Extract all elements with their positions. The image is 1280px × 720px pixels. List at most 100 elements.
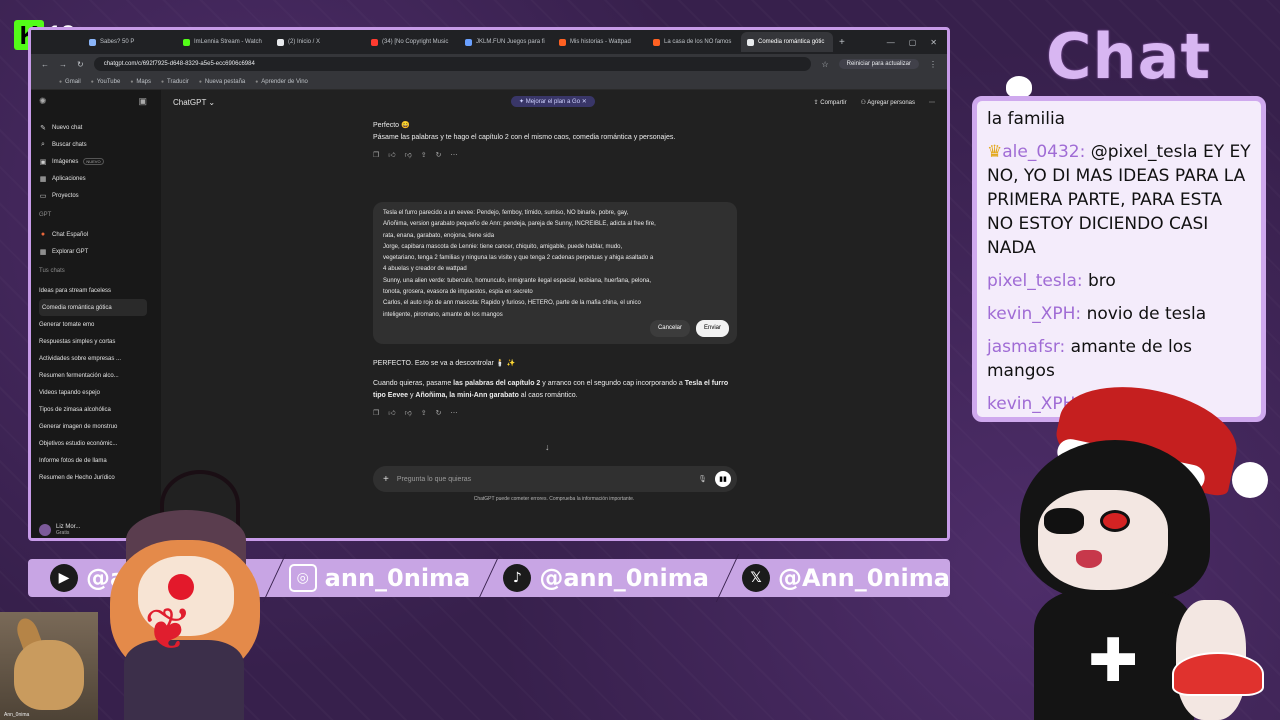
- instagram-icon: ◎: [288, 564, 317, 592]
- social-handle-text: @Ann_0nima: [778, 564, 950, 592]
- message-actions: ❐ 👍︎ 👎︎ ⇪ ↻ ⋯: [373, 150, 737, 162]
- restart-update-button[interactable]: Reiniciar para actualizar: [838, 59, 919, 69]
- reload-icon[interactable]: ↻: [77, 60, 84, 69]
- chat-message: pixel_tesla: bro: [987, 269, 1251, 293]
- crown-icon: ♛: [987, 142, 1003, 162]
- bookmark-item[interactable]: YouTube: [91, 79, 121, 85]
- regenerate-icon[interactable]: ↻: [436, 150, 442, 162]
- edit-message-box[interactable]: Tesla el furro parecido a un eevee: Pend…: [373, 202, 737, 344]
- model-selector[interactable]: ChatGPT ⌄: [173, 98, 215, 107]
- red-car-icon: [1172, 652, 1264, 696]
- chat-history-item[interactable]: Ideas para stream faceless: [39, 282, 147, 299]
- message-text: PERFECTO. Esto se va a descontrolar 🕯️ ✨: [373, 360, 516, 367]
- sidebar-toggle-icon[interactable]: ▣: [138, 96, 147, 107]
- sidebar-item[interactable]: ▭ Proyectos: [39, 187, 147, 204]
- tab-label: (2) Inicio / X: [288, 39, 321, 45]
- microphone-icon[interactable]: 🎙︎: [698, 475, 707, 483]
- edit-textarea[interactable]: Tesla el furro parecido a un eevee: Pend…: [383, 208, 727, 322]
- copy-icon[interactable]: ❐: [373, 408, 379, 420]
- thumbs-down-icon[interactable]: 👎︎: [405, 150, 412, 162]
- chat-history-item[interactable]: Videos tapando espejo: [39, 384, 147, 401]
- share-icon[interactable]: ⇪: [421, 150, 427, 162]
- gpt-item[interactable]: ▦ Explorar GPT: [39, 243, 147, 260]
- bookmark-item[interactable]: Maps: [130, 79, 151, 85]
- message-actions: ❐ 👍︎ 👎︎ ⇪ ↻ ⋯: [373, 408, 737, 420]
- browser-tab[interactable]: Comedia romántica gótic: [741, 32, 833, 52]
- reindeer-avatar-left: ❦: [80, 470, 270, 720]
- thumbs-up-icon[interactable]: 👍︎: [388, 408, 395, 420]
- regenerate-icon[interactable]: ↻: [436, 408, 442, 420]
- more-options-icon[interactable]: ⋯: [929, 99, 935, 106]
- gpt-label: Chat Español: [52, 231, 89, 238]
- user-profile[interactable]: Liz Mor... Gratis: [39, 524, 80, 536]
- browser-tab[interactable]: Mis historias - Wattpad: [553, 32, 645, 52]
- favicon-icon: [747, 38, 754, 46]
- bookmark-star-icon[interactable]: ☆: [821, 60, 828, 69]
- tab-label: (34) [No Copyright Music: [382, 39, 449, 45]
- scroll-down-icon[interactable]: ↓: [545, 442, 550, 452]
- browser-tab[interactable]: JKLM.FUN Juegos para fi: [459, 32, 551, 52]
- chat-history-item[interactable]: Informe fotos de de llama: [39, 452, 147, 469]
- bookmark-item[interactable]: Gmail: [59, 79, 81, 85]
- sidebar-item[interactable]: ▦ Aplicaciones: [39, 170, 147, 187]
- menu-icon[interactable]: ⋮: [929, 60, 937, 69]
- share-button[interactable]: ⇪ Compartir: [814, 99, 847, 106]
- favicon-icon: [653, 38, 660, 46]
- chat-history-item[interactable]: Respuestas simples y cortas: [39, 333, 147, 350]
- edit-text-line: Carlos, el auto rojo de ann mascota: Rap…: [383, 300, 641, 307]
- more-icon[interactable]: ⋯: [450, 408, 457, 420]
- add-people-button[interactable]: ⚇ Agregar personas: [861, 99, 915, 106]
- chat-history-item[interactable]: Actividades sobre empresas ...: [39, 350, 147, 367]
- browser-tab[interactable]: (34) [No Copyright Music: [365, 32, 457, 52]
- upgrade-plan-pill[interactable]: ✦ Mejorar el plan a Go ✕: [511, 96, 595, 107]
- chat-history-item[interactable]: Generar tomate emo: [39, 316, 147, 333]
- attach-plus-icon[interactable]: +: [383, 474, 389, 485]
- tab-bar: Sabes? 50 P ImLennia Stream - Watch (2) In…: [31, 30, 947, 54]
- browser-tab[interactable]: La casa de los NO famos: [647, 32, 739, 52]
- bookmark-item[interactable]: Aprender de Vino: [255, 79, 308, 85]
- share-icon[interactable]: ⇪: [421, 408, 427, 420]
- sidebar-item[interactable]: ▣ Imágenes NUEVO: [39, 153, 147, 170]
- browser-tab[interactable]: ImLennia Stream - Watch: [177, 32, 269, 52]
- chat-history-item[interactable]: Generar imagen de monstruo: [39, 418, 147, 435]
- chat-title: Chat: [1046, 20, 1212, 93]
- window-controls: — ▢ ✕: [887, 38, 947, 47]
- cancel-button[interactable]: Cancelar: [649, 319, 690, 337]
- thumbs-up-icon[interactable]: 👍︎: [388, 150, 395, 162]
- minimize-icon[interactable]: —: [887, 38, 895, 47]
- bookmarks-bar: Gmail YouTube Maps Traducir Nueva pestaña Apr…: [31, 74, 947, 90]
- send-button[interactable]: Enviar: [695, 319, 729, 337]
- chat-username: kevin_XPH:: [987, 304, 1082, 324]
- chat-history-item[interactable]: Comedia romántica gótica: [39, 299, 147, 316]
- composer-input[interactable]: Pregunta lo que quieras: [397, 476, 471, 483]
- voice-mode-icon[interactable]: ▮▮: [715, 471, 731, 487]
- bookmark-item[interactable]: Nueva pestaña: [199, 79, 245, 85]
- text-run: Cuando quieras, pasame: [373, 380, 454, 387]
- thumbs-down-icon[interactable]: 👎︎: [405, 408, 412, 420]
- copy-icon[interactable]: ❐: [373, 150, 379, 162]
- chat-history-item[interactable]: Resumen fermentación alco...: [39, 367, 147, 384]
- chat-username: pixel_tesla:: [987, 271, 1083, 291]
- gpt-item[interactable]: ● Chat Español: [39, 226, 147, 243]
- new-tab-button[interactable]: +: [839, 37, 845, 48]
- back-icon[interactable]: ←: [41, 60, 49, 69]
- browser-tab[interactable]: (2) Inicio / X: [271, 32, 363, 52]
- bookmark-item[interactable]: Traducir: [161, 79, 189, 85]
- chat-history-item[interactable]: Tipos de zimasa alcohólica: [39, 401, 147, 418]
- maximize-icon[interactable]: ▢: [909, 38, 917, 47]
- composer[interactable]: + Pregunta lo que quieras 🎙︎ ▮▮: [373, 466, 737, 492]
- chat-text: la familia: [987, 109, 1066, 129]
- more-icon[interactable]: ⋯: [450, 150, 457, 162]
- youtube-icon: ▶: [50, 564, 78, 592]
- url-field[interactable]: chatgpt.com/c/692f7925-d648-8329-a5e5-ec…: [93, 57, 812, 71]
- close-icon[interactable]: ✕: [930, 38, 937, 47]
- share-label: Compartir: [820, 99, 847, 106]
- browser-tab[interactable]: Sabes? 50 P: [83, 32, 175, 52]
- chat-username: ale_0432:: [1002, 142, 1086, 162]
- sidebar-item[interactable]: ⌕ Buscar chats: [39, 136, 147, 153]
- chatgpt-logo-icon[interactable]: ✺: [39, 96, 47, 107]
- chat-history-item[interactable]: Objetivos estudio económic...: [39, 435, 147, 452]
- chat-text: novio de tesla: [1081, 304, 1207, 324]
- forward-icon[interactable]: →: [59, 60, 67, 69]
- sidebar-item[interactable]: ✎ Nuevo chat: [39, 119, 147, 136]
